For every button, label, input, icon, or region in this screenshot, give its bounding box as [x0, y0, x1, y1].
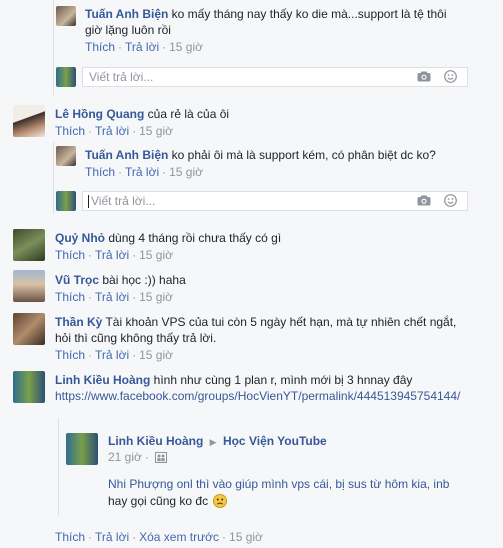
- permalink-link[interactable]: https://www.facebook.com/groups/HocVienY…: [55, 388, 460, 404]
- text-cursor: [88, 195, 89, 208]
- avatar[interactable]: [56, 6, 76, 26]
- comment-actions: Thích · Trả lời · 15 giờ: [85, 165, 203, 179]
- reply-link[interactable]: Trả lời: [125, 165, 159, 179]
- preview-meta: 21 giờ ·: [108, 450, 168, 466]
- preview-author[interactable]: Linh Kiều Hoàng: [108, 434, 203, 448]
- timestamp[interactable]: 15 giờ: [169, 40, 203, 54]
- remove-preview-link[interactable]: Xóa xem trước: [139, 530, 219, 544]
- frown-emoji-icon: [213, 494, 228, 512]
- comment-text: của rẻ là của ôi: [147, 107, 230, 121]
- group-audience-icon: [155, 452, 168, 466]
- thread-line: [53, 142, 54, 214]
- camera-icon[interactable]: [417, 195, 431, 206]
- reply-input[interactable]: Viết trả lời...: [82, 191, 468, 211]
- comment-actions: Thích · Trả lời · 15 giờ: [55, 290, 173, 304]
- like-link[interactable]: Thích: [85, 40, 115, 54]
- comment-actions: Thích · Trả lời · 15 giờ: [55, 124, 173, 138]
- avatar: [56, 191, 76, 211]
- comment-line: Linh Kiều Hoàng hình như cùng 1 plan r, …: [55, 372, 412, 388]
- comment-line: Lê Hồng Quang của rẻ là của ôi: [55, 106, 229, 122]
- comment-text: hỏi thì cũng không thấy trả lời.: [55, 331, 217, 345]
- comment-author[interactable]: Thần Kỳ: [55, 315, 102, 329]
- comment-actions: Thích · Trả lời · 15 giờ: [55, 348, 173, 362]
- comment-author[interactable]: Quỷ Nhỏ: [55, 231, 105, 245]
- camera-icon[interactable]: [417, 71, 431, 82]
- comment-author[interactable]: Tuấn Anh Biện: [85, 7, 168, 21]
- reply-placeholder: Viết trả lời...: [91, 194, 156, 208]
- preview-header: Linh Kiều Hoàng ▶ Học Viện YouTube: [108, 433, 327, 450]
- like-link[interactable]: Thích: [55, 530, 85, 544]
- preview-quote-line: [58, 418, 59, 516]
- like-link[interactable]: Thích: [55, 290, 85, 304]
- comment-line: Tuấn Anh Biện ko mấy tháng nay thấy ko d…: [85, 6, 447, 22]
- reply-link[interactable]: Trả lời: [95, 530, 129, 544]
- comment-text: bài học :)) haha: [102, 273, 186, 287]
- comment-text: Tài khoản VPS của tui còn 5 ngày hết hạn…: [105, 315, 457, 329]
- reply-link[interactable]: Trả lời: [95, 124, 129, 138]
- avatar[interactable]: [13, 229, 45, 261]
- avatar[interactable]: [56, 146, 76, 166]
- timestamp[interactable]: 21 giờ: [108, 450, 142, 464]
- comment-text: ko mấy tháng nay thấy ko die mà...suppor…: [171, 7, 447, 21]
- like-link[interactable]: Thích: [55, 248, 85, 262]
- timestamp[interactable]: 15 giờ: [229, 530, 263, 544]
- reply-link[interactable]: Trả lời: [95, 348, 129, 362]
- arrow-icon: ▶: [209, 437, 217, 447]
- timestamp[interactable]: 15 giờ: [169, 165, 203, 179]
- like-link[interactable]: Thích: [85, 165, 115, 179]
- comment-author[interactable]: Vũ Trọc: [55, 273, 99, 287]
- avatar[interactable]: [13, 313, 45, 345]
- comment-actions: Thích · Trả lời · 15 giờ: [85, 40, 203, 54]
- reply-link[interactable]: Trả lời: [95, 248, 129, 262]
- preview-text: hay gọi cũng ko đc: [108, 493, 228, 512]
- preview-text: Nhi Phượng onl thì vào giúp mình vps cái…: [108, 476, 449, 492]
- comment-author[interactable]: Tuấn Anh Biện: [85, 148, 168, 162]
- comment-author[interactable]: Linh Kiều Hoàng: [55, 373, 150, 387]
- reply-input[interactable]: Viết trả lời...: [82, 67, 468, 87]
- like-link[interactable]: Thích: [55, 348, 85, 362]
- timestamp[interactable]: 15 giờ: [139, 348, 173, 362]
- comment-author[interactable]: Lê Hồng Quang: [55, 107, 144, 121]
- mention-link: Nhi Phượng onl thì vào giúp mình vps cái…: [108, 477, 450, 491]
- avatar[interactable]: [13, 371, 45, 403]
- group-link[interactable]: Học Viện YouTube: [223, 434, 327, 448]
- comment-text: ko phải ôi mà là support kém, có phân bi…: [171, 148, 436, 162]
- timestamp[interactable]: 15 giờ: [139, 290, 173, 304]
- reply-link[interactable]: Trả lời: [95, 290, 129, 304]
- reply-placeholder: Viết trả lời...: [89, 70, 154, 84]
- comment-text: dùng 4 tháng rồi chưa thấy có gì: [108, 231, 282, 245]
- emoji-icon[interactable]: [444, 70, 457, 83]
- comment-line: Vũ Trọc bài học :)) haha: [55, 272, 186, 288]
- emoji-icon[interactable]: [444, 194, 457, 207]
- preview-text-line: hay gọi cũng ko đc: [108, 494, 209, 508]
- timestamp[interactable]: 15 giờ: [139, 124, 173, 138]
- comment-line: Thần Kỳ Tài khoản VPS của tui còn 5 ngày…: [55, 314, 456, 330]
- avatar[interactable]: [13, 270, 45, 302]
- comment-actions: Thích · Trả lời · 15 giờ: [55, 248, 173, 262]
- comment-line: Quỷ Nhỏ dùng 4 tháng rồi chưa thấy có gì: [55, 230, 281, 246]
- thread-line: [53, 0, 54, 95]
- comment-line: Tuấn Anh Biện ko phải ôi mà là support k…: [85, 147, 436, 163]
- timestamp[interactable]: 15 giờ: [139, 248, 173, 262]
- avatar[interactable]: [13, 105, 45, 137]
- avatar[interactable]: [66, 433, 98, 465]
- comment-text: giờ lặng luôn rồi: [85, 23, 171, 37]
- reply-link[interactable]: Trả lời: [125, 40, 159, 54]
- comment-text: hình như cùng 1 plan r, mình mới bị 3 hn…: [153, 373, 413, 387]
- avatar: [56, 67, 76, 87]
- like-link[interactable]: Thích: [55, 124, 85, 138]
- comment-actions: Thích · Trả lời · Xóa xem trước · 15 giờ: [55, 530, 263, 544]
